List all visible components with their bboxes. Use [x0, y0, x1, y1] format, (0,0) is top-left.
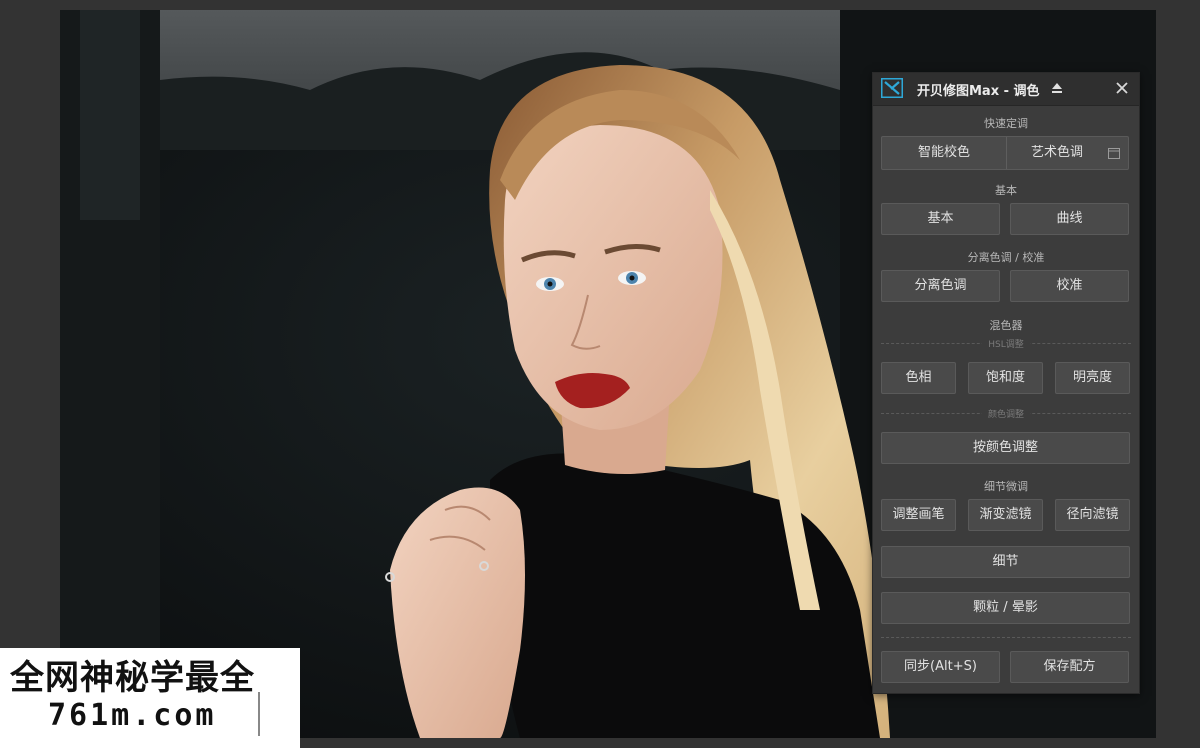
gradient-filter-button[interactable]: 渐变滤镜 [968, 499, 1043, 531]
section-label-quick: 快速定调 [984, 117, 1028, 130]
section-label-split: 分离色调 / 校准 [967, 251, 1045, 264]
hue-button[interactable]: 色相 [881, 362, 956, 394]
by-color-button[interactable]: 按颜色调整 [881, 432, 1130, 464]
calendar-icon[interactable] [1108, 147, 1120, 159]
section-label-detail: 细节微调 [984, 480, 1028, 493]
curve-button[interactable]: 曲线 [1010, 203, 1129, 235]
sub-label-hsl-text: HSL调整 [982, 340, 1030, 350]
save-preset-button[interactable]: 保存配方 [1010, 651, 1129, 683]
sync-button[interactable]: 同步(Alt+S) [881, 651, 1000, 683]
watermark-url: 761m.com [48, 698, 217, 733]
smart-color-button[interactable]: 智能校色 [882, 137, 1006, 169]
calibrate-button[interactable]: 校准 [1010, 270, 1129, 302]
footer-divider [881, 637, 1131, 638]
close-icon[interactable] [1115, 81, 1129, 95]
luminance-button[interactable]: 明亮度 [1055, 362, 1130, 394]
radial-filter-button[interactable]: 径向滤镜 [1055, 499, 1130, 531]
section-label-basic: 基本 [995, 184, 1017, 197]
watermark-divider [258, 692, 260, 736]
basic-button[interactable]: 基本 [881, 203, 1000, 235]
detail-button[interactable]: 细节 [881, 546, 1130, 578]
sub-label-hsl: HSL调整 [881, 337, 1131, 350]
grain-vignette-button[interactable]: 颗粒 / 晕影 [881, 592, 1130, 624]
watermark-banner: 全网神秘学最全 761m.com [0, 648, 300, 748]
eject-icon[interactable] [1051, 82, 1063, 94]
app-logo-icon [881, 78, 903, 98]
panel-title: 开贝修图Max - 调色 [917, 84, 1040, 99]
split-tone-button[interactable]: 分离色调 [881, 270, 1000, 302]
art-tone-button[interactable]: 艺术色调 [1007, 137, 1107, 169]
quick-tone-group: 智能校色 艺术色调 [881, 136, 1129, 170]
watermark-title: 全网神秘学最全 [10, 658, 255, 698]
color-adjust-panel: 开贝修图Max - 调色 快速定调 智能校色 艺术色调 基本 基本 曲线 分离色… [872, 72, 1140, 694]
brush-button[interactable]: 调整画笔 [881, 499, 956, 531]
app-window: 全网神秘学最全 761m.com 开贝修图Max - 调色 快速定调 智能校色 … [0, 0, 1200, 748]
sub-label-color: 颜色调整 [881, 407, 1131, 420]
section-label-mixer: 混色器 [989, 319, 1023, 332]
saturation-button[interactable]: 饱和度 [968, 362, 1043, 394]
panel-header[interactable]: 开贝修图Max - 调色 [873, 73, 1139, 106]
sub-label-color-text: 颜色调整 [981, 410, 1030, 420]
